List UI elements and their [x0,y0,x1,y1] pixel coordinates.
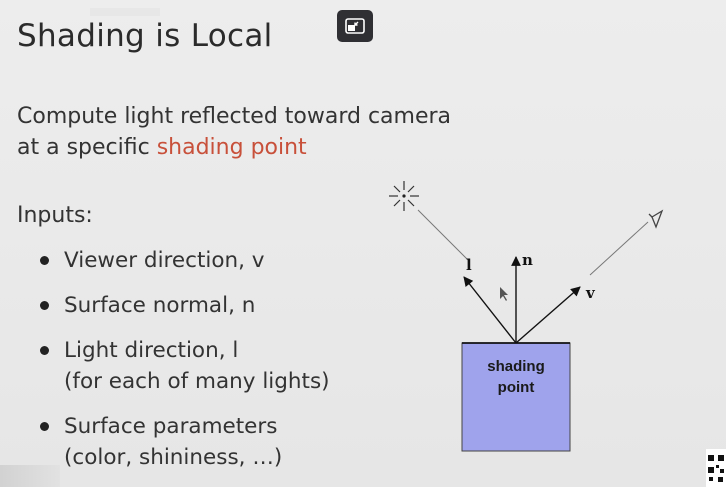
intro-line-1: Compute light reflected toward camera [17,104,452,129]
label-v: v [585,284,596,302]
slide-title: Shading is Local [17,18,273,54]
qr-code-icon [706,449,726,487]
bullet-light-direction: Light direction, l (for each of many lig… [40,335,380,397]
bullet-text: Viewer direction, v [64,248,265,273]
exit-fullscreen-button[interactable] [337,10,373,42]
input-bullet-list: Viewer direction, v Surface normal, n Li… [40,245,380,487]
bullet-text: Surface parameters [64,414,278,439]
inputs-heading: Inputs: [17,203,93,228]
bullet-text: Light direction, l [64,338,239,363]
bullet-viewer-direction: Viewer direction, v [40,245,380,276]
slide: Shading is Local Compute light reflected… [0,0,726,487]
box-label-line-1: shading [487,358,545,375]
mouse-cursor-icon [500,287,508,301]
bullet-surface-normal: Surface normal, n [40,290,380,321]
bullet-subtext: (color, shininess, …) [64,445,283,470]
box-label-line-2: point [498,379,535,396]
intro-line-2: at a specific shading point [17,135,307,160]
light-direction-arrow [463,276,517,344]
view-ray-line [589,221,649,276]
intro-accent-text: shading point [156,135,307,160]
camera-icon [648,209,664,229]
label-n: n [522,251,533,269]
bottom-left-shadow [0,465,60,487]
bullet-surface-parameters: Surface parameters (color, shininess, …) [40,411,380,473]
light-ray-line [417,209,469,261]
view-direction-arrow [515,286,581,344]
shading-diagram: l n v shading point [389,181,664,452]
light-source-icon [389,181,419,211]
bullet-subtext: (for each of many lights) [64,369,330,394]
intro-line-2-prefix: at a specific [17,135,157,160]
label-l: l [466,256,472,274]
exit-fullscreen-icon [345,18,365,34]
bullet-text: Surface normal, n [64,293,256,318]
